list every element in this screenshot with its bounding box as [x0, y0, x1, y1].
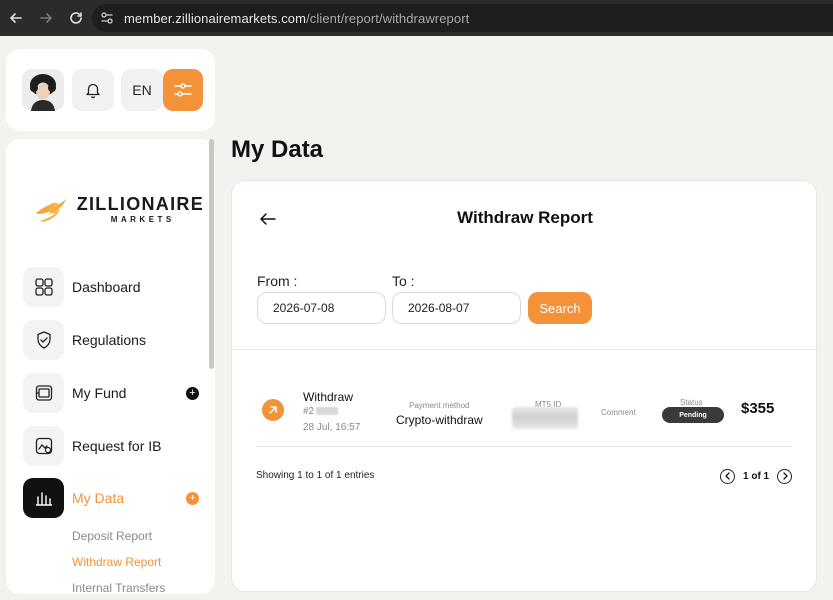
transaction-id: #2: [303, 406, 339, 417]
page-title: My Data: [231, 136, 324, 163]
sidebar-subitem-internal-transfers[interactable]: Internal Transfers: [72, 581, 165, 594]
user-portrait-icon: [22, 69, 64, 111]
notifications-button[interactable]: [72, 69, 114, 111]
transaction-date: 28 Jul, 16:57: [303, 422, 361, 433]
wallet-icon: [23, 373, 64, 413]
sidebar-item-label: My Data: [72, 490, 125, 506]
chevron-right-icon: [782, 472, 788, 480]
reload-icon: [70, 12, 82, 24]
withdraw-report-card: Withdraw Report From : To : 2026-07-08 2…: [231, 180, 818, 592]
entries-summary: Showing 1 to 1 of 1 entries: [256, 470, 375, 481]
table-row: Withdraw #2 28 Jul, 16:57 Payment method…: [256, 379, 792, 439]
prev-page-button[interactable]: [720, 468, 735, 484]
sidebar-item-label: Request for IB: [72, 438, 162, 454]
url-host: member.zillionairemarkets.com: [124, 10, 307, 26]
back-button[interactable]: [4, 6, 28, 30]
sidebar-scrollbar[interactable]: [209, 139, 214, 369]
reload-button[interactable]: [64, 6, 88, 30]
ib-request-icon: [23, 426, 64, 466]
to-date-input[interactable]: 2026-08-07: [392, 292, 521, 324]
redacted-id: [316, 407, 339, 416]
status-badge: Pending: [662, 407, 724, 423]
to-label: To :: [392, 273, 415, 289]
next-page-button[interactable]: [777, 468, 793, 484]
sidebar-item-label: Dashboard: [72, 279, 141, 295]
sidebar-subitem-withdraw-report[interactable]: Withdraw Report: [72, 555, 161, 569]
bar-chart-icon: [23, 478, 64, 518]
arrow-up-right-icon: [262, 399, 284, 421]
settings-toggle-button[interactable]: [163, 69, 203, 111]
expand-icon[interactable]: +: [186, 492, 199, 505]
sidebar-item-label: Regulations: [72, 332, 146, 348]
zillionaire-logo-icon: [35, 198, 67, 222]
language-button[interactable]: EN: [121, 69, 163, 111]
sidebar-item-label: My Fund: [72, 385, 127, 401]
search-button[interactable]: Search: [528, 292, 592, 324]
payment-method-value: Crypto-withdraw: [396, 413, 483, 427]
sidebar-item-dashboard[interactable]: Dashboard: [23, 267, 203, 307]
chevron-left-icon: [724, 472, 730, 480]
sidebar-item-my-fund[interactable]: My Fund +: [23, 373, 203, 413]
payment-method-label: Payment method: [409, 401, 470, 410]
browser-toolbar: member.zillionairemarkets.com/client/rep…: [0, 0, 833, 36]
sidebar-item-regulations[interactable]: Regulations: [23, 320, 203, 360]
comment-label: Comment: [601, 408, 636, 417]
row-divider: [256, 446, 792, 447]
arrow-right-icon: [40, 13, 52, 23]
sidebar-subitem-deposit-report[interactable]: Deposit Report: [72, 529, 152, 543]
from-label: From :: [257, 273, 298, 289]
logo-title: ZILLIONAIRE: [76, 193, 204, 214]
forward-button[interactable]: [34, 6, 58, 30]
sidebar-item-my-data[interactable]: My Data +: [23, 478, 203, 518]
address-bar[interactable]: member.zillionairemarkets.com/client/rep…: [92, 4, 833, 32]
top-controls: EN: [6, 49, 215, 131]
sidebar-item-request-for-ib[interactable]: Request for IB: [23, 426, 203, 466]
shield-check-icon: [23, 320, 64, 360]
divider: [232, 349, 818, 350]
logo-subtitle: MARKETS: [110, 214, 175, 224]
bell-icon: [86, 83, 100, 99]
redacted-mt5-id: [512, 407, 578, 429]
card-title: Withdraw Report: [457, 208, 593, 227]
sidebar: ZILLIONAIRE MARKETS Dashboard Regulation…: [6, 139, 215, 594]
transaction-type: Withdraw: [303, 390, 354, 404]
sliders-icon: [174, 83, 192, 97]
url-path: /client/report/withdrawreport: [306, 10, 470, 26]
expand-icon[interactable]: +: [186, 387, 199, 400]
grid-icon: [23, 267, 64, 307]
pagination: 1 of 1: [720, 468, 795, 484]
transaction-id-prefix: #2: [303, 406, 315, 417]
amount: $355: [741, 400, 775, 417]
url-text: member.zillionairemarkets.com/client/rep…: [124, 11, 469, 26]
brand-logo[interactable]: ZILLIONAIRE MARKETS: [34, 189, 204, 229]
arrow-left-icon: [10, 13, 22, 23]
site-info-icon[interactable]: [94, 4, 120, 32]
status-label: Status: [680, 398, 703, 407]
page-indicator: 1 of 1: [743, 470, 770, 482]
from-date-input[interactable]: 2026-07-08: [257, 292, 386, 324]
avatar[interactable]: [22, 69, 64, 111]
